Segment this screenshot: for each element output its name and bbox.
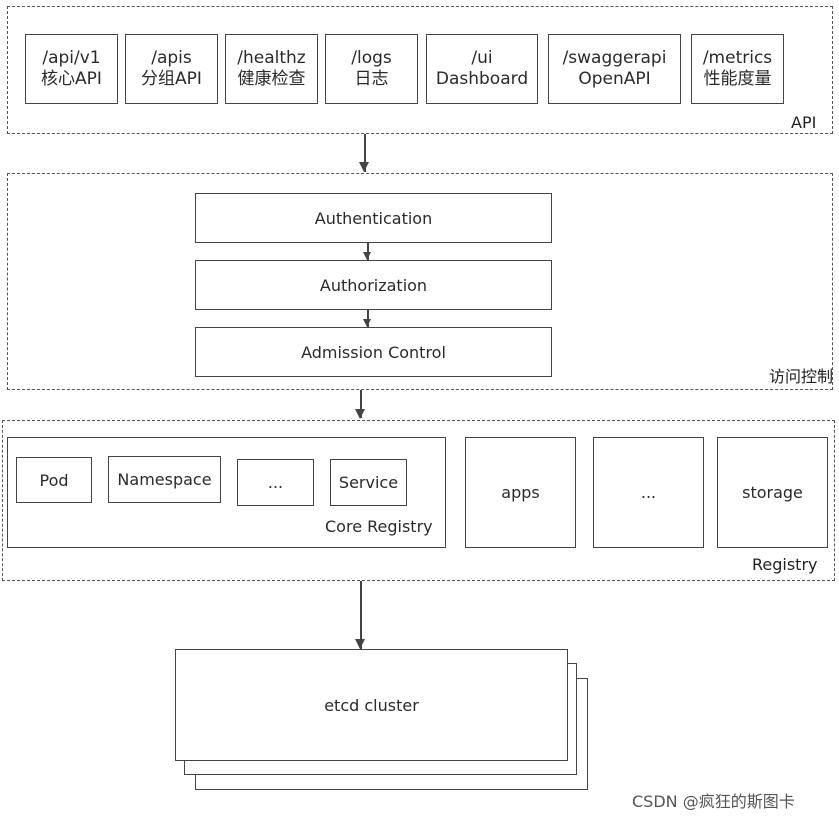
endpoint-path: /api/v1	[42, 48, 101, 68]
arrow-head-icon	[355, 409, 365, 419]
api-group-label: API	[791, 113, 817, 132]
endpoint-path: /metrics	[702, 48, 773, 68]
arrow-head-icon	[359, 162, 369, 172]
registry-group-more[interactable]: ...	[593, 437, 704, 548]
endpoint-path: /apis	[151, 48, 192, 68]
endpoint-desc: 核心API	[41, 69, 102, 89]
arrow-head-icon	[363, 252, 371, 260]
watermark: CSDN @疯狂的斯图卡	[632, 792, 795, 811]
api-endpoint-healthz[interactable]: /healthz 健康检查	[225, 34, 318, 104]
endpoint-path: /ui	[471, 48, 493, 68]
registry-group-apps[interactable]: apps	[465, 437, 576, 548]
api-endpoint-api-v1[interactable]: /api/v1 核心API	[25, 34, 118, 104]
endpoint-path: /healthz	[237, 48, 306, 68]
core-item-pod[interactable]: Pod	[16, 457, 92, 503]
endpoint-path: /swaggerapi	[562, 48, 667, 68]
endpoint-desc: OpenAPI	[578, 69, 651, 89]
endpoint-desc: 性能度量	[703, 69, 772, 89]
arrow-head-icon	[363, 319, 371, 327]
registry-label: Registry	[752, 555, 818, 574]
etcd-cluster[interactable]: etcd cluster	[175, 649, 568, 761]
api-endpoint-apis[interactable]: /apis 分组API	[125, 34, 218, 104]
core-item-namespace[interactable]: Namespace	[108, 456, 221, 503]
api-endpoint-logs[interactable]: /logs 日志	[325, 34, 418, 104]
api-endpoint-ui[interactable]: /ui Dashboard	[426, 34, 538, 104]
arrow-head-icon	[355, 639, 365, 649]
endpoint-path: /logs	[351, 48, 392, 68]
core-registry-label: Core Registry	[325, 517, 433, 536]
step-authentication[interactable]: Authentication	[195, 193, 552, 243]
api-endpoint-metrics[interactable]: /metrics 性能度量	[691, 34, 784, 104]
endpoint-desc: 健康检查	[237, 69, 306, 89]
step-admission-control[interactable]: Admission Control	[195, 327, 552, 377]
core-item-service[interactable]: Service	[330, 459, 407, 506]
endpoint-desc: 分组API	[141, 69, 202, 89]
core-item-more[interactable]: ...	[237, 459, 314, 506]
api-endpoint-swaggerapi[interactable]: /swaggerapi OpenAPI	[548, 34, 681, 104]
registry-group-storage[interactable]: storage	[717, 437, 828, 548]
endpoint-desc: Dashboard	[435, 69, 529, 89]
step-authorization[interactable]: Authorization	[195, 260, 552, 310]
endpoint-desc: 日志	[354, 69, 389, 89]
access-control-label: 访问控制	[769, 367, 834, 386]
